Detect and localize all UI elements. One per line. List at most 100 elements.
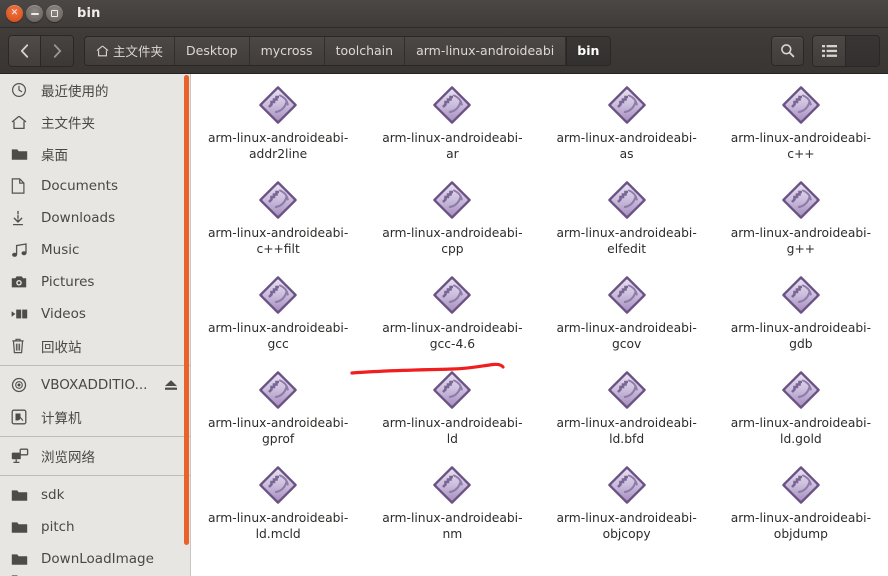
file-item[interactable]: arm-linux-androideabi-gprof bbox=[191, 365, 365, 460]
file-item[interactable]: arm-linux-androideabi-ld bbox=[365, 365, 539, 460]
navigation-buttons bbox=[8, 34, 74, 67]
folder-icon bbox=[11, 518, 32, 536]
file-item[interactable]: arm-linux-androideabi-as bbox=[540, 80, 714, 175]
breadcrumb-item-toolchain[interactable]: toolchain bbox=[324, 36, 406, 65]
close-button[interactable]: ✕ bbox=[6, 5, 23, 22]
file-item[interactable]: arm-linux-androideabi-c++filt bbox=[191, 175, 365, 270]
executable-icon bbox=[781, 466, 820, 504]
file-name: arm-linux-androideabi-gcc-4.6 bbox=[382, 321, 523, 351]
sidebar-item-downloadimage[interactable]: DownLoadImage bbox=[0, 543, 190, 575]
sidebar-scrollbar[interactable] bbox=[184, 75, 189, 545]
minimize-button[interactable] bbox=[26, 5, 43, 22]
file-item[interactable]: arm-linux-androideabi-ld.mcld bbox=[191, 460, 365, 555]
executable-icon bbox=[433, 86, 472, 124]
file-item[interactable]: arm-linux-androideabi-objcopy bbox=[540, 460, 714, 555]
breadcrumb-item-home[interactable]: 主文件夹 bbox=[85, 36, 176, 65]
file-icon bbox=[256, 179, 300, 223]
sidebar-item-home[interactable]: 主文件夹 bbox=[0, 106, 190, 138]
sidebar-item-pictures[interactable]: Pictures bbox=[0, 266, 190, 298]
file-item[interactable]: arm-linux-androideabi-gcc bbox=[191, 270, 365, 365]
executable-icon bbox=[433, 466, 472, 504]
file-grid: arm-linux-androideabi-addr2line arm-linu… bbox=[191, 80, 888, 555]
file-icon bbox=[605, 179, 649, 223]
file-name: arm-linux-androideabi-c++ bbox=[730, 131, 872, 161]
sidebar-item-label: Pictures bbox=[41, 274, 95, 290]
list-view-icon bbox=[821, 44, 837, 57]
sidebar-item-trash[interactable]: 回收站 bbox=[0, 330, 190, 362]
clock-icon bbox=[11, 81, 32, 99]
sidebar: 最近使用的 主文件夹 桌面 Documents Downloads Music … bbox=[0, 74, 191, 576]
sidebar-item-desktop[interactable]: 桌面 bbox=[0, 138, 190, 170]
file-icon bbox=[605, 274, 649, 318]
executable-icon bbox=[433, 181, 472, 219]
list-view-button[interactable] bbox=[813, 35, 846, 66]
file-icon bbox=[256, 369, 300, 413]
file-name: arm-linux-androideabi-addr2line bbox=[207, 131, 349, 161]
file-item[interactable]: arm-linux-androideabi-elfedit bbox=[540, 175, 714, 270]
executable-icon bbox=[607, 276, 646, 314]
file-item[interactable]: arm-linux-androideabi-gdb bbox=[714, 270, 888, 365]
folder-icon bbox=[11, 550, 32, 568]
file-item[interactable]: arm-linux-androideabi-nm bbox=[365, 460, 539, 555]
file-name: arm-linux-androideabi-g++ bbox=[730, 226, 872, 256]
maximize-button[interactable] bbox=[46, 5, 63, 22]
sidebar-item-videos[interactable]: Videos bbox=[0, 298, 190, 330]
sidebar-item-downloads[interactable]: Downloads bbox=[0, 202, 190, 234]
breadcrumb-item-arm-linux-androideabi[interactable]: arm-linux-androideabi bbox=[405, 36, 567, 65]
file-item[interactable]: arm-linux-androideabi-c++ bbox=[714, 80, 888, 175]
sidebar-item-label: sdk bbox=[41, 487, 65, 503]
file-item[interactable]: arm-linux-androideabi-objdump bbox=[714, 460, 888, 555]
file-item[interactable]: arm-linux-androideabi-addr2line bbox=[191, 80, 365, 175]
sidebar-separator bbox=[0, 475, 190, 476]
file-name: arm-linux-androideabi-gcc bbox=[207, 321, 349, 351]
camera-icon bbox=[11, 273, 32, 291]
close-icon: ✕ bbox=[10, 8, 19, 18]
toolbar: 主文件夹 Desktop mycross toolchain arm-linux… bbox=[0, 28, 888, 74]
file-item[interactable]: arm-linux-androideabi-ar bbox=[365, 80, 539, 175]
sidebar-item-label: 回收站 bbox=[41, 340, 82, 356]
sidebar-item-label: Downloads bbox=[41, 210, 116, 226]
executable-icon bbox=[259, 276, 298, 314]
executable-icon bbox=[607, 86, 646, 124]
file-item[interactable]: arm-linux-androideabi-ld.gold bbox=[714, 365, 888, 460]
breadcrumb-item-bin[interactable]: bin bbox=[566, 36, 611, 65]
sidebar-item-pitch[interactable]: pitch bbox=[0, 511, 190, 543]
breadcrumb-item-desktop[interactable]: Desktop bbox=[175, 36, 250, 65]
back-button[interactable] bbox=[9, 35, 41, 66]
sidebar-item-music[interactable]: Music bbox=[0, 234, 190, 266]
executable-icon bbox=[781, 371, 820, 409]
forward-button[interactable] bbox=[41, 35, 73, 66]
sidebar-item-browse-network[interactable]: 浏览网络 bbox=[0, 440, 190, 472]
music-icon bbox=[11, 241, 32, 259]
toolbar-right-group bbox=[771, 34, 880, 67]
breadcrumb-label: arm-linux-androideabi bbox=[416, 43, 555, 58]
sidebar-item-vboxadditions[interactable]: VBOXADDITIO... bbox=[0, 369, 190, 401]
file-icon bbox=[430, 464, 474, 508]
home-icon bbox=[11, 113, 32, 131]
file-item[interactable]: arm-linux-androideabi-cpp bbox=[365, 175, 539, 270]
download-icon bbox=[11, 209, 32, 227]
window-body: 最近使用的 主文件夹 桌面 Documents Downloads Music … bbox=[0, 74, 888, 576]
file-list-area[interactable]: arm-linux-androideabi-addr2line arm-linu… bbox=[191, 74, 888, 576]
file-item[interactable]: arm-linux-androideabi-g++ bbox=[714, 175, 888, 270]
search-button[interactable] bbox=[771, 35, 804, 66]
sidebar-item-computer[interactable]: 计算机 bbox=[0, 401, 190, 433]
file-item[interactable]: arm-linux-androideabi-ld.bfd bbox=[540, 365, 714, 460]
executable-icon bbox=[607, 466, 646, 504]
executable-icon bbox=[781, 181, 820, 219]
file-icon bbox=[256, 464, 300, 508]
sidebar-item-recent[interactable]: 最近使用的 bbox=[0, 74, 190, 106]
file-item[interactable]: arm-linux-androideabi-gcc-4.6 bbox=[365, 270, 539, 365]
breadcrumb-item-mycross[interactable]: mycross bbox=[249, 36, 325, 65]
file-item[interactable]: arm-linux-androideabi-gcov bbox=[540, 270, 714, 365]
grid-view-button[interactable] bbox=[846, 35, 879, 66]
eject-icon[interactable] bbox=[164, 379, 178, 391]
sidebar-item-documents[interactable]: Documents bbox=[0, 170, 190, 202]
sidebar-item-label: 计算机 bbox=[41, 411, 82, 427]
sidebar-item-label: Music bbox=[41, 242, 80, 258]
file-icon bbox=[779, 84, 823, 128]
home-icon bbox=[96, 45, 109, 57]
file-icon bbox=[430, 274, 474, 318]
sidebar-item-sdk[interactable]: sdk bbox=[0, 479, 190, 511]
executable-icon bbox=[781, 86, 820, 124]
